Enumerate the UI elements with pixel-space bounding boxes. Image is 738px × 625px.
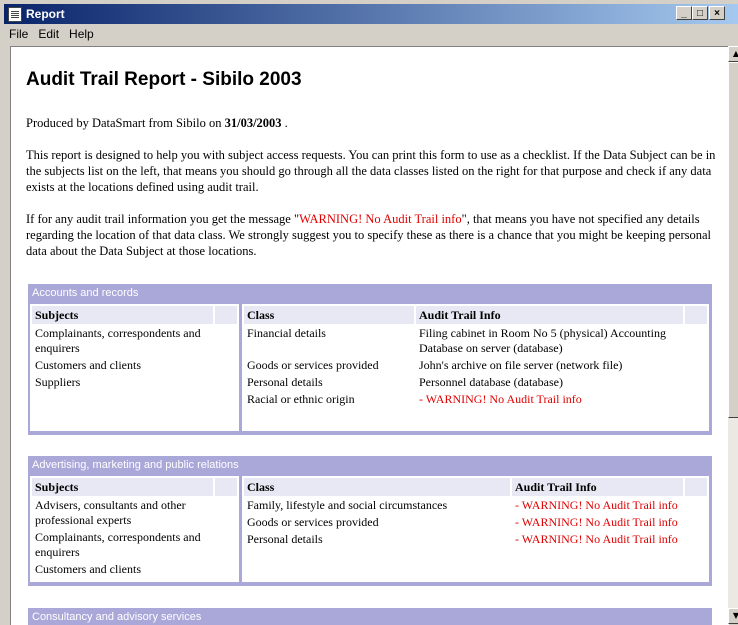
audit-header: Audit Trail Info [512,478,683,496]
scroll-down-arrow-icon[interactable]: ▼ [728,608,738,624]
cell-spacer [215,358,237,373]
minimize-button[interactable]: _ [676,6,692,20]
table-row: Goods or services provided - WARNING! No … [244,515,707,530]
header-spacer [685,478,707,496]
produced-suffix: . [281,116,288,130]
scrollbar-thumb[interactable] [728,62,738,418]
class-cell: Personal details [247,375,323,389]
class-cell: Financial details [247,326,326,340]
table-row: Family, lifestyle and social circumstanc… [244,498,707,513]
table-row: Personal details Personnel database (data… [244,375,707,390]
window-title: Report [26,7,65,21]
cell-spacer [215,498,237,528]
title-bar[interactable]: Report _ □ × [4,4,738,24]
cell-spacer [685,358,707,373]
audit-cell-warning: - WARNING! No Audit Trail info [515,498,678,512]
audit-cell-warning: - WARNING! No Audit Trail info [515,515,678,529]
produced-prefix: Produced by DataSmart from Sibilo on [26,116,225,130]
classes-panel: Class Audit Trail Info Financial details F… [242,304,709,431]
class-cell: Personal details [247,532,323,546]
report-heading: Audit Trail Report - Sibilo 2003 [26,69,302,90]
subjects-panel: Subjects Advisers, consultants and other… [30,476,239,582]
scroll-up-arrow-icon[interactable]: ▲ [728,46,738,62]
table-row: Racial or ethnic origin - WARNING! No Aud… [244,392,707,407]
section-title: Accounts and records [32,287,139,299]
cell-spacer [685,515,707,530]
subject-item: Suppliers [35,375,81,389]
warning-message-example: WARNING! No Audit Trail info [299,212,462,226]
class-header: Class [244,306,414,324]
subject-item: Customers and clients [35,562,141,576]
report-window: Report _ □ × File Edit Help Audit Trail Re… [0,0,738,625]
header-spacer [215,478,237,496]
section-advertising-marketing: Advertising, marketing and public relati… [28,456,712,586]
produced-date: 31/03/2003 [224,116,282,130]
cell-spacer [215,326,237,356]
subject-item: Complainants, correspondents and enquire… [35,530,201,559]
header-spacer [215,306,237,324]
class-cell: Goods or services provided [247,358,379,372]
warning-paragraph: If for any audit trail information you g… [26,211,716,259]
class-cell: Racial or ethnic origin [247,392,355,406]
subjects-header: Subjects [32,478,213,496]
intro-paragraph: This report is designed to help you with… [26,148,716,194]
table-row: Personal details - WARNING! No Audit Trai… [244,532,707,547]
header-spacer [685,306,707,324]
audit-header: Audit Trail Info [416,306,683,324]
menu-help[interactable]: Help [64,25,99,41]
menu-bar: File Edit Help [4,25,738,43]
cell-spacer [215,375,237,390]
section-accounts-and-records: Accounts and records Subjects Complainan… [28,284,712,435]
warning-prefix: If for any audit trail information you g… [26,212,300,226]
cell-spacer [215,530,237,560]
class-cell: Family, lifestyle and social circumstanc… [247,498,448,512]
audit-cell: Filing cabinet in Room No 5 (physical) A… [419,326,666,355]
class-header: Class [244,478,510,496]
class-cell: Goods or services provided [247,515,379,529]
subject-item: Advisers, consultants and other professi… [35,498,186,527]
vertical-scrollbar[interactable]: ▲ ▼ [728,46,738,624]
report-content-area: Audit Trail Report - Sibilo 2003 Produce… [10,46,729,625]
audit-cell: John's archive on file server (network f… [419,358,623,372]
report-app-icon [8,7,22,22]
cell-spacer [685,326,707,356]
cell-spacer [685,498,707,513]
audit-cell: Personnel database (database) [419,375,563,389]
subjects-header: Subjects [32,306,213,324]
classes-panel: Class Audit Trail Info Family, lifestyle … [242,476,709,582]
close-button[interactable]: × [709,6,725,20]
section-title: Advertising, marketing and public relati… [32,459,239,471]
cell-spacer [685,532,707,547]
audit-cell-warning: - WARNING! No Audit Trail info [419,392,582,406]
menu-edit[interactable]: Edit [33,25,64,41]
section-title: Consultancy and advisory services [32,611,202,623]
maximize-button[interactable]: □ [692,6,708,20]
menu-file[interactable]: File [4,25,33,41]
produced-line: Produced by DataSmart from Sibilo on 31/… [26,115,716,131]
table-row: Financial details Filing cabinet in Room … [244,326,707,356]
subjects-panel: Subjects Complainants, correspondents an… [30,304,239,431]
section-consultancy: Consultancy and advisory services [28,608,712,625]
subject-item: Customers and clients [35,358,141,372]
audit-cell-warning: - WARNING! No Audit Trail info [515,532,678,546]
cell-spacer [215,562,237,577]
cell-spacer [685,392,707,407]
table-row: Goods or services provided John's archive… [244,358,707,373]
subject-item: Complainants, correspondents and enquire… [35,326,201,355]
cell-spacer [685,375,707,390]
